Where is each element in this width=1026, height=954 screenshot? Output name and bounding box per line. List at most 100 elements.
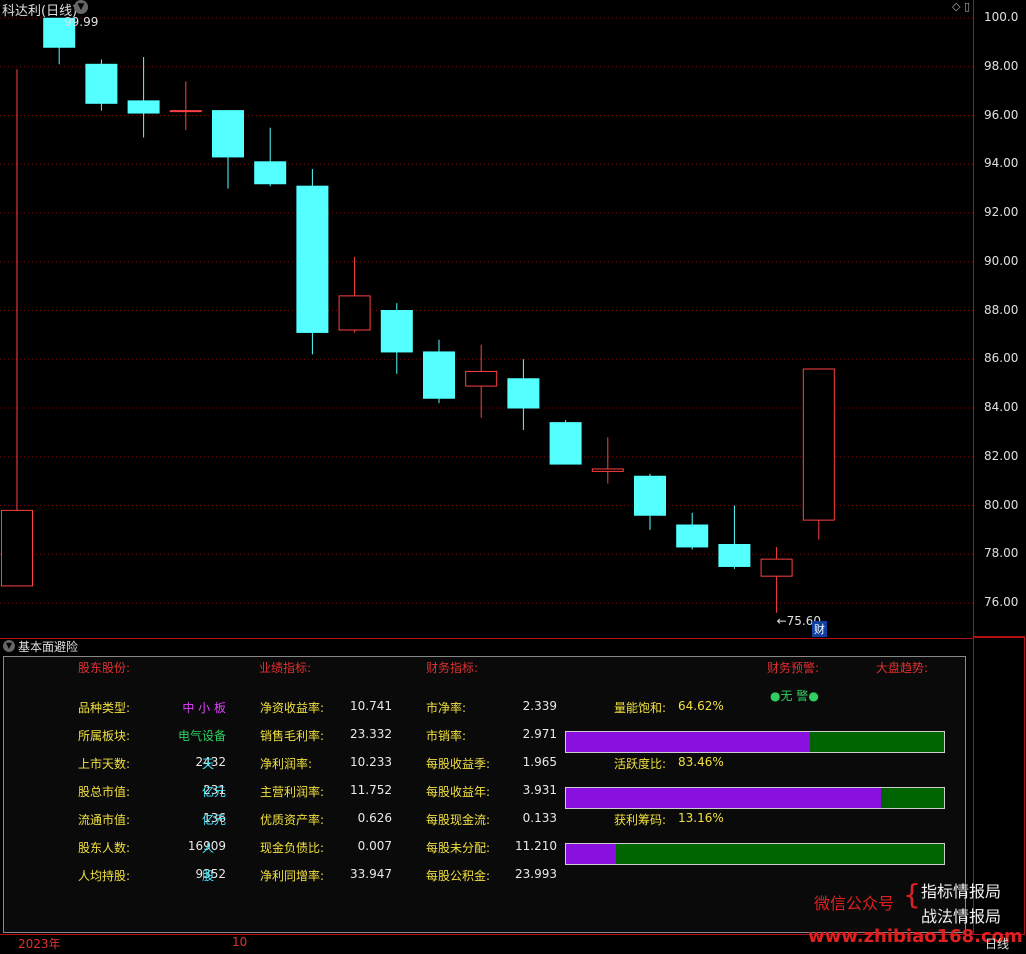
candle-body[interactable] (760, 558, 793, 577)
gauge-value: 13.16% (678, 811, 724, 825)
finance-badge[interactable]: 财 (812, 621, 827, 637)
gauge-bar-fill (566, 844, 616, 864)
header-warning: 财务预警: (767, 661, 820, 675)
warning-status: ●无 警● (770, 687, 819, 704)
financial-label: 每股收益季: (426, 757, 491, 771)
price-tick-label: 98.00 (984, 58, 1019, 73)
financial-label: 每股收益年: (426, 785, 491, 799)
performance-value: 10.233 (350, 755, 392, 769)
candle-body[interactable] (591, 468, 624, 472)
performance-value: 33.947 (350, 867, 392, 881)
stat-label: 品种类型: (78, 701, 131, 715)
candle-body[interactable] (718, 544, 751, 567)
stat-label: 股东人数: (78, 841, 131, 855)
candle-body[interactable] (380, 310, 413, 353)
stat-unit: 亿元 (202, 785, 227, 799)
candle-body[interactable] (634, 475, 666, 516)
price-axis (973, 0, 1026, 636)
header-performance: 业绩指标: (259, 661, 312, 675)
candle-body[interactable] (676, 524, 709, 548)
financial-value: 23.993 (515, 867, 557, 881)
candle-body[interactable] (465, 370, 498, 387)
watermark-brace: { (903, 878, 921, 911)
stat-label: 流通市值: (78, 813, 131, 827)
time-axis-year: 2023年 (18, 937, 61, 951)
price-tick-label: 86.00 (984, 351, 1019, 366)
performance-value: 0.007 (357, 839, 392, 853)
stat-unit: 人 (202, 841, 215, 855)
stat-unit: 天 (202, 757, 215, 771)
panel-header (0, 638, 973, 655)
gauge-label: 活跃度比: (614, 757, 667, 771)
price-tick-label: 90.00 (984, 253, 1019, 268)
candle-body[interactable] (802, 368, 835, 521)
stat-label: 所属板块: (78, 729, 131, 743)
performance-label: 净利同增率: (260, 869, 325, 883)
financial-value: 11.210 (515, 839, 557, 853)
price-tick-label: 78.00 (984, 546, 1019, 561)
performance-label: 主营利润率: (260, 785, 325, 799)
window-control-icons[interactable]: ◇ ▯ (952, 0, 970, 13)
price-tick-label: 76.00 (984, 595, 1019, 609)
gauge-bar (565, 731, 945, 753)
performance-value: 11.752 (350, 783, 392, 797)
watermark-wechat: 微信公众号 (814, 894, 895, 913)
time-axis-month: 10 (232, 935, 248, 949)
header-financial: 财务指标: (426, 661, 479, 675)
candle-body[interactable] (296, 185, 329, 333)
price-tick-label: 88.00 (984, 302, 1019, 317)
performance-label: 净利润率: (260, 757, 313, 771)
gauge-label: 量能饱和: (614, 701, 667, 715)
candle-body[interactable] (127, 100, 160, 114)
gauge-bar-fill (566, 732, 811, 752)
gauge-label: 获利筹码: (614, 813, 667, 827)
chevron-down-icon[interactable]: ▼ (74, 0, 88, 14)
collapse-icon[interactable]: ▼ (3, 640, 15, 652)
performance-value: 0.626 (357, 811, 392, 825)
financial-value: 1.965 (522, 755, 557, 769)
chart-title: 科达利(日线) (2, 4, 78, 19)
panel-title: 基本面避险 (18, 640, 79, 654)
candle-body[interactable] (423, 351, 455, 399)
candle-body[interactable] (1, 509, 33, 587)
candle-body[interactable] (169, 110, 202, 113)
stat-label: 人均持股: (78, 869, 131, 883)
watermark-line2: 战法情报局 (921, 907, 1002, 926)
performance-value: 23.332 (350, 727, 392, 741)
price-tick-label: 82.00 (984, 448, 1019, 463)
header-market: 大盘趋势: (876, 661, 929, 675)
price-tick-label: 100.0 (984, 10, 1019, 24)
gauge-value: 83.46% (678, 755, 724, 769)
performance-label: 优质资产率: (260, 813, 325, 827)
performance-label: 现金负债比: (260, 841, 325, 855)
stat-value: 电气设备 (177, 729, 226, 743)
performance-label: 净资收益率: (260, 701, 325, 715)
candlestick-chart[interactable]: ←75.6099.99 (0, 0, 973, 636)
price-tick-label: 96.00 (984, 107, 1019, 122)
gauge-bar-fill (566, 788, 882, 808)
stat-unit: 亿元 (202, 813, 227, 827)
financial-label: 每股公积金: (426, 869, 491, 883)
financial-value: 0.133 (522, 811, 557, 825)
stat-label: 上市天数: (78, 757, 131, 771)
gauge-bar (565, 787, 945, 809)
price-tick-label: 84.00 (984, 400, 1019, 414)
price-tick-label: 94.00 (984, 156, 1019, 171)
candle-body[interactable] (338, 295, 371, 331)
performance-value: 10.741 (350, 699, 392, 713)
financial-value: 3.931 (522, 783, 557, 797)
candle-body[interactable] (549, 422, 582, 465)
price-tick-label: 92.00 (984, 205, 1019, 219)
financial-value: 2.971 (522, 727, 557, 741)
candle-body[interactable] (254, 161, 287, 185)
header-shareholders: 股东股份: (78, 661, 131, 675)
candle-body[interactable] (507, 378, 540, 409)
candle-body[interactable] (85, 63, 118, 104)
period-label[interactable]: 日线 (985, 935, 1009, 952)
financial-label: 每股未分配: (426, 841, 491, 855)
candle-body[interactable] (212, 110, 244, 158)
stat-unit: 股 (202, 869, 215, 883)
dot-icon: ● (808, 689, 819, 703)
financial-label: 每股现金流: (426, 813, 491, 827)
financial-value: 2.339 (522, 699, 557, 713)
